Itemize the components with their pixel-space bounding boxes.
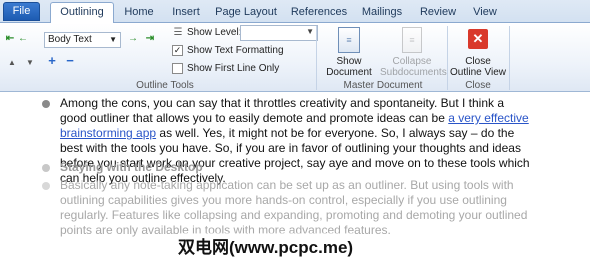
show-document-label-line1: Show xyxy=(336,56,362,67)
subdocuments-icon: ≡ xyxy=(402,27,422,53)
tab-outlining[interactable]: Outlining xyxy=(50,2,114,23)
expand-icon[interactable]: + xyxy=(46,54,58,67)
chevron-down-icon: ▼ xyxy=(306,27,314,36)
move-up-icon[interactable]: ▲ xyxy=(7,57,17,69)
show-level-select[interactable]: ▼ xyxy=(240,25,318,41)
outline-heading: Staying with the Desktop xyxy=(60,160,203,174)
master-document-group-label: Master Document xyxy=(343,80,423,91)
tab-file[interactable]: File xyxy=(3,2,40,21)
demote-to-body-text-icon[interactable]: ⇥ xyxy=(143,33,157,45)
tab-view[interactable]: View xyxy=(466,3,504,23)
promote-to-heading1-icon[interactable]: ⇤ xyxy=(4,33,16,45)
tab-page-layout[interactable]: Page Layout xyxy=(212,3,280,23)
close-outline-view-label-line2: Outline View xyxy=(450,67,506,78)
tab-review[interactable]: Review xyxy=(416,3,460,23)
show-document-button[interactable]: ≡ Show Document xyxy=(322,25,376,79)
tab-references[interactable]: References xyxy=(286,3,352,23)
tab-mailings[interactable]: Mailings xyxy=(356,3,408,23)
paragraph-text: Among the cons, you can say that it thro… xyxy=(60,96,505,125)
outline-level-select[interactable]: Body Text ▼ xyxy=(44,32,121,48)
chevron-down-icon: ▼ xyxy=(109,35,117,44)
outline-bullet[interactable] xyxy=(42,182,50,190)
tab-home[interactable]: Home xyxy=(118,3,160,23)
collapse-subdocuments-label-line2: Subdocuments xyxy=(380,67,447,78)
promote-icon[interactable]: ← xyxy=(17,33,29,45)
show-level-icon: ☰ xyxy=(173,27,183,38)
show-document-label-line2: Document xyxy=(326,67,372,78)
watermark: 双电网(www.pcpc.me) xyxy=(178,233,354,258)
document-icon: ≡ xyxy=(338,27,360,53)
outline-bullet[interactable] xyxy=(42,164,50,172)
ribbon-tab-bar: File Outlining Home Insert Page Layout R… xyxy=(0,0,590,23)
outline-paragraph: Basically any note-taking application ca… xyxy=(60,178,528,237)
group-separator xyxy=(509,26,510,90)
tab-insert[interactable]: Insert xyxy=(166,3,206,23)
show-level-label: Show Level: xyxy=(187,27,242,38)
close-outline-view-button[interactable]: ✕ Close Outline View xyxy=(449,25,507,79)
show-first-line-only-label: Show First Line Only xyxy=(187,63,280,74)
outline-bullet[interactable] xyxy=(42,100,50,108)
close-group-label: Close xyxy=(465,80,491,91)
collapse-subdocuments-label-line1: Collapse xyxy=(392,56,432,67)
show-text-formatting-checkbox[interactable]: ✓ xyxy=(172,45,183,56)
close-outline-view-label-line1: Close xyxy=(465,56,491,67)
collapse-icon[interactable]: − xyxy=(64,54,76,67)
ribbon: ⇤ ← Body Text ▼ → ⇥ ▲ ▼ + − ☰ Show Level… xyxy=(0,23,590,92)
group-separator xyxy=(447,26,448,90)
group-separator xyxy=(316,26,317,90)
demote-icon[interactable]: → xyxy=(127,33,139,45)
outline-tools-group-label: Outline Tools xyxy=(136,80,194,91)
close-icon: ✕ xyxy=(468,29,488,49)
collapse-subdocuments-button[interactable]: ≡ Collapse Subdocuments xyxy=(380,25,447,79)
show-first-line-only-checkbox[interactable] xyxy=(172,63,183,74)
outline-level-value: Body Text xyxy=(48,34,92,45)
move-down-icon[interactable]: ▼ xyxy=(25,57,35,69)
show-text-formatting-label: Show Text Formatting xyxy=(187,45,284,56)
